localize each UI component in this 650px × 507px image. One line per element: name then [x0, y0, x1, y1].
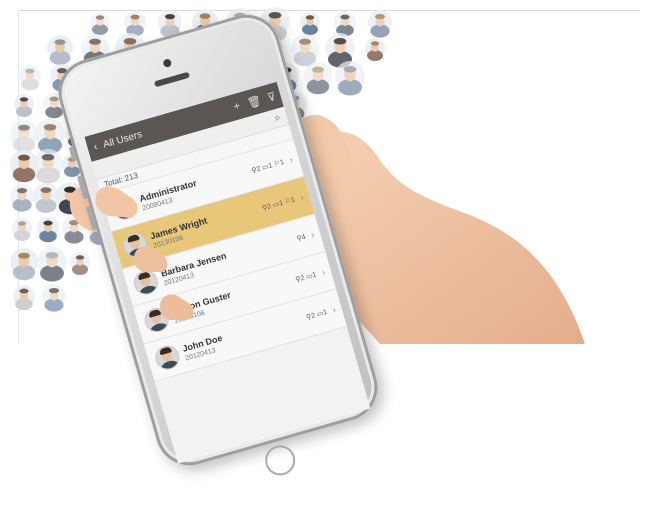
- volume-down-button: [85, 205, 98, 231]
- chevron-right-icon: ›: [299, 191, 305, 203]
- avatar: [121, 231, 149, 259]
- avatar: [143, 306, 171, 334]
- avatar: [110, 193, 139, 222]
- camera-icon: [162, 58, 173, 69]
- chevron-right-icon: ›: [331, 304, 338, 315]
- home-button: [262, 442, 299, 479]
- user-stats: ⚲4: [295, 233, 307, 244]
- filter-icon[interactable]: ⊽: [261, 88, 282, 105]
- chevron-right-icon: ›: [309, 229, 316, 240]
- user-stats: ⚲2 ▭1 ⚐1: [250, 158, 286, 175]
- user-stats: ⚲2 ▭1: [294, 271, 318, 285]
- volume-up-button: [77, 175, 89, 200]
- user-stats: ⚲2 ▭1: [305, 308, 329, 322]
- chevron-right-icon: ›: [288, 154, 295, 165]
- mute-switch: [68, 146, 78, 162]
- chevron-right-icon: ›: [320, 266, 327, 278]
- phone-screen: ‹ All Users + 🗑 ⊽ ⌕ Total: 213 Administr…: [84, 81, 371, 464]
- search-icon[interactable]: ⌕: [273, 111, 283, 125]
- user-stats: ⚲2 ▭1 ⚐1: [261, 196, 296, 213]
- avatar: [153, 343, 182, 372]
- phone-container: ‹ All Users + 🗑 ⊽ ⌕ Total: 213 Administr…: [40, 6, 460, 474]
- speaker-grille: [153, 71, 191, 88]
- avatar: [132, 268, 160, 297]
- phone-device: ‹ All Users + 🗑 ⊽ ⌕ Total: 213 Administr…: [50, 6, 386, 474]
